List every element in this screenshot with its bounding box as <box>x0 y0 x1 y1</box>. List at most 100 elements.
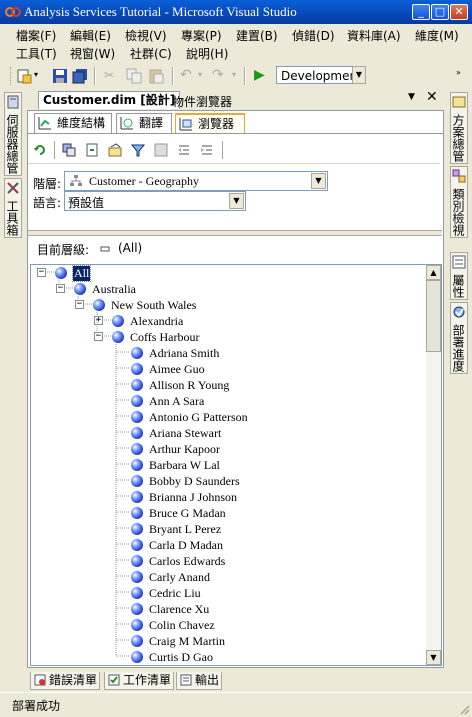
filter-icon[interactable] <box>131 143 145 157</box>
collapse-icon[interactable]: − <box>37 268 46 277</box>
tab-output[interactable]: 輸出 <box>176 672 222 690</box>
solution-explorer-icon <box>452 96 466 108</box>
class-view-tab[interactable]: 類別檢視 <box>450 166 468 238</box>
scroll-thumb[interactable] <box>426 280 441 352</box>
process-icon[interactable] <box>33 143 47 157</box>
title-bar[interactable]: Analysis Services Tutorial - Microsoft V… <box>0 0 472 24</box>
indent-increase-icon[interactable] <box>200 143 214 157</box>
standard-toolbar: ▾ ✂ ↶ ▾ ↷ ▾ ▶ <box>8 64 456 88</box>
save-all-icon[interactable] <box>72 68 88 84</box>
member-icon <box>131 459 143 471</box>
member-icon <box>131 379 143 391</box>
language-label: 語言: <box>33 196 62 210</box>
language-select[interactable]: 預設值 ▼ <box>64 191 246 211</box>
dimension-structure-icon <box>38 117 51 130</box>
show-hidden-icon[interactable] <box>154 143 168 157</box>
member-icon <box>131 395 143 407</box>
member-icon <box>131 363 143 375</box>
indent-decrease-icon[interactable] <box>177 143 191 157</box>
menu-bar: 檔案(F) 編輯(E) 檢視(V) 專案(P) 建置(B) 偵錯(D) 資料庫(… <box>0 24 472 62</box>
collapse-icon[interactable]: − <box>94 332 103 341</box>
tree-node-label: New South Wales <box>111 298 197 312</box>
reconnect-icon[interactable] <box>62 143 76 157</box>
close-document-icon[interactable]: ✕ <box>426 89 438 105</box>
undo-icon[interactable]: ↶ <box>180 67 192 83</box>
tree-node-label: Craig M Martin <box>149 634 225 648</box>
close-button[interactable]: ✕ <box>450 4 468 20</box>
refresh-icon[interactable] <box>85 143 99 157</box>
tab-list-dropdown-icon[interactable]: ▼ <box>408 92 415 102</box>
language-dropdown-icon[interactable]: ▼ <box>229 193 244 209</box>
collapse-icon[interactable]: − <box>75 300 84 309</box>
copy-icon[interactable] <box>126 68 142 84</box>
member-tree[interactable]: − All − Australia − New South Wales + Alexandri… <box>30 264 442 666</box>
scroll-up-button[interactable]: ▲ <box>426 265 441 280</box>
status-bar: 部署成功 <box>0 692 472 717</box>
solution-explorer-tab[interactable]: 方案總管 <box>450 92 468 164</box>
hierarchy-dropdown-icon[interactable]: ▼ <box>311 173 326 189</box>
tree-node-label: Carlos Edwards <box>149 554 226 568</box>
dropdown-arrow-icon[interactable]: ▾ <box>34 70 38 79</box>
member-icon <box>131 619 143 631</box>
resize-grip-icon[interactable] <box>458 703 470 715</box>
tab-browser[interactable]: 瀏覽器 <box>175 113 245 133</box>
toolbox-tab[interactable]: 工具箱 <box>4 178 22 238</box>
member-icon <box>131 443 143 455</box>
menu-build[interactable]: 建置(B) <box>236 27 278 44</box>
collapse-icon[interactable]: − <box>56 284 65 293</box>
menu-tools[interactable]: 工具(T) <box>16 45 57 62</box>
hierarchy-value: Customer - Geography <box>89 174 199 188</box>
configuration-dropdown-icon[interactable]: ▼ <box>352 66 366 84</box>
task-list-icon <box>108 674 120 686</box>
undo-dropdown-icon[interactable]: ▾ <box>198 70 202 79</box>
tab-error-list[interactable]: 錯誤清單 <box>30 672 100 690</box>
cut-icon[interactable]: ✂ <box>104 68 114 82</box>
member-icon <box>131 507 143 519</box>
language-value: 預設值 <box>68 196 105 210</box>
tree-vertical-scrollbar[interactable]: ▲ ▼ <box>426 265 441 665</box>
toolbox-label: 工具箱 <box>5 200 19 236</box>
menu-database[interactable]: 資料庫(A) <box>347 27 401 44</box>
splitter-bar[interactable] <box>28 230 442 236</box>
server-explorer-tab[interactable]: 伺服器總管 <box>4 92 22 176</box>
deployment-progress-icon <box>453 306 465 318</box>
scroll-down-button[interactable]: ▼ <box>426 650 441 665</box>
tab-task-list[interactable]: 工作清單 <box>104 672 174 690</box>
menu-community[interactable]: 社群(C) <box>130 45 172 62</box>
solution-explorer-label: 方案總管 <box>451 114 465 162</box>
menu-dimension[interactable]: 維度(M) <box>415 27 459 44</box>
tab-object-browser[interactable]: 物件瀏覽器 <box>172 93 232 109</box>
tree-node-label: Clarence Xu <box>149 602 210 616</box>
hierarchy-icon <box>70 175 82 186</box>
start-debugging-icon[interactable]: ▶ <box>254 67 265 83</box>
maximize-button[interactable]: □ <box>431 4 449 20</box>
redo-icon[interactable]: ↷ <box>212 67 224 83</box>
minimize-button[interactable]: _ <box>412 4 430 20</box>
properties-icon <box>452 255 466 269</box>
menu-view[interactable]: 檢視(V) <box>125 27 167 44</box>
properties-tab[interactable]: 屬性 <box>450 252 468 300</box>
redo-dropdown-icon[interactable]: ▾ <box>232 70 236 79</box>
tab-customer-dim-design[interactable]: Customer.dim [設計] <box>38 91 181 109</box>
member-icon <box>93 299 105 311</box>
member-icon <box>131 347 143 359</box>
member-icon <box>131 571 143 583</box>
deployment-progress-tab[interactable]: 部署進度 <box>450 302 468 374</box>
menu-project[interactable]: 專案(P) <box>181 27 222 44</box>
toolbar-grip[interactable] <box>10 67 14 85</box>
menu-file[interactable]: 檔案(F) <box>16 27 56 44</box>
member-properties-icon[interactable] <box>108 143 122 157</box>
expand-icon[interactable]: + <box>94 316 103 325</box>
hierarchy-select[interactable]: Customer - Geography ▼ <box>64 171 328 191</box>
save-icon[interactable] <box>52 68 68 84</box>
tab-dimension-structure[interactable]: 維度結構 <box>34 113 112 133</box>
menu-debug[interactable]: 偵錯(D) <box>292 27 335 44</box>
tree-node-label: Barbara W Lal <box>149 458 220 472</box>
paste-icon[interactable] <box>148 68 164 84</box>
toolbar-options-icon[interactable]: » <box>456 68 461 77</box>
menu-window[interactable]: 視窗(W) <box>70 45 115 62</box>
menu-help[interactable]: 說明(H) <box>186 45 228 62</box>
menu-edit[interactable]: 編輯(E) <box>70 27 111 44</box>
new-project-icon[interactable] <box>16 68 32 84</box>
tab-translations[interactable]: 翻譯 <box>116 113 172 133</box>
